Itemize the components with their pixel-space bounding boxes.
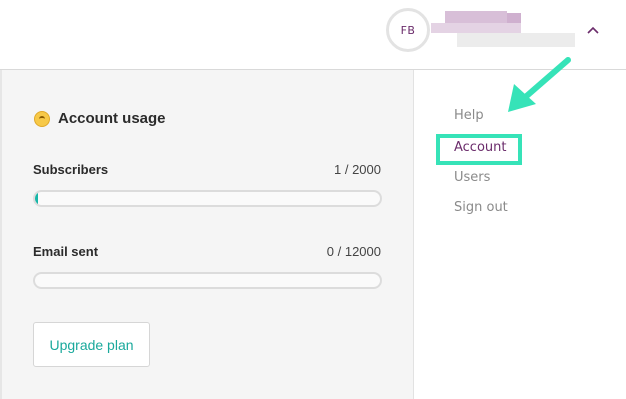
- subscribers-progress-bar: [33, 190, 382, 207]
- subscribers-label: Subscribers: [33, 162, 109, 177]
- upgrade-plan-button[interactable]: Upgrade plan: [33, 322, 150, 367]
- usage-header: Account usage: [34, 110, 166, 127]
- pointer-arrow-icon: [508, 57, 571, 112]
- menu-item-users[interactable]: Users: [454, 170, 490, 185]
- chevron-up-icon[interactable]: [585, 24, 601, 36]
- username-redacted[interactable]: [431, 11, 579, 51]
- account-usage-panel: Account usage Subscribers 1 / 2000 Email…: [2, 70, 414, 399]
- avatar[interactable]: FB: [386, 8, 430, 52]
- subscribers-value: 1 / 2000: [334, 162, 381, 177]
- usage-title: Account usage: [58, 110, 166, 127]
- menu-item-help[interactable]: Help: [454, 108, 484, 123]
- account-highlight-box: [436, 134, 522, 165]
- emails-progress-bar: [33, 272, 382, 289]
- menu-item-sign-out[interactable]: Sign out: [454, 200, 508, 215]
- emails-label: Email sent: [33, 244, 99, 259]
- gauge-icon: [34, 110, 50, 127]
- emails-value: 0 / 12000: [326, 244, 381, 259]
- avatar-initials: FB: [400, 23, 416, 37]
- subscribers-progress-fill: [35, 192, 39, 205]
